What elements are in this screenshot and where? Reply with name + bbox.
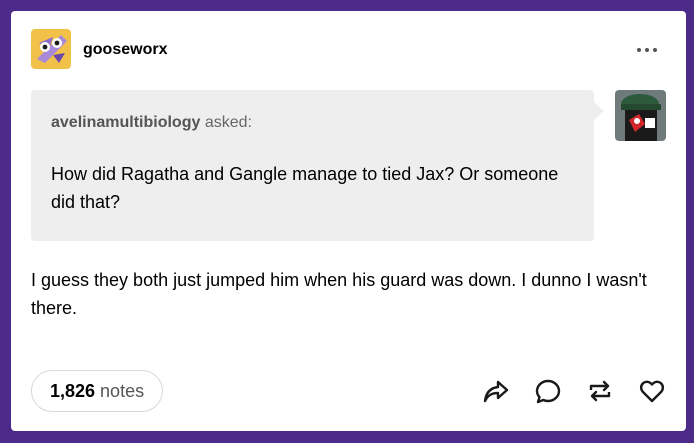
reblog-button[interactable]	[584, 375, 616, 407]
reply-icon	[535, 379, 561, 404]
more-options-button[interactable]	[632, 39, 662, 61]
blog-avatar[interactable]	[31, 29, 71, 69]
blog-avatar-image	[31, 29, 71, 69]
more-dot-icon	[637, 48, 641, 52]
share-icon	[483, 380, 509, 403]
answer-text: I guess they both just jumped him when h…	[31, 270, 647, 318]
notes-count: 1,826	[50, 380, 96, 401]
reply-button[interactable]	[532, 375, 564, 407]
more-dot-icon	[645, 48, 649, 52]
more-dot-icon	[653, 48, 657, 52]
asker-name[interactable]: avelinamultibiology	[51, 114, 200, 131]
asker-line: avelinamultibiology asked:	[51, 114, 252, 132]
ask-bubble: avelinamultibiology asked: How did Ragat…	[31, 90, 604, 241]
asked-label: asked:	[204, 114, 252, 131]
like-icon	[639, 380, 665, 403]
dashboard-background: gooseworx avelinamultibiology asked: How…	[0, 0, 694, 443]
asker-avatar-image	[615, 90, 666, 141]
share-button[interactable]	[480, 375, 512, 407]
post-actions	[460, 375, 668, 407]
reblog-icon	[589, 380, 611, 402]
notes-label: notes	[100, 380, 145, 401]
post-card: gooseworx avelinamultibiology asked: How…	[11, 11, 686, 431]
question-text: How did Ragatha and Gangle manage to tie…	[51, 164, 559, 212]
like-button[interactable]	[636, 375, 668, 407]
notes-button[interactable]: 1,826 notes	[31, 370, 164, 412]
post-header: gooseworx	[31, 29, 666, 71]
blog-name[interactable]: gooseworx	[83, 41, 167, 59]
asker-avatar[interactable]	[615, 90, 666, 141]
